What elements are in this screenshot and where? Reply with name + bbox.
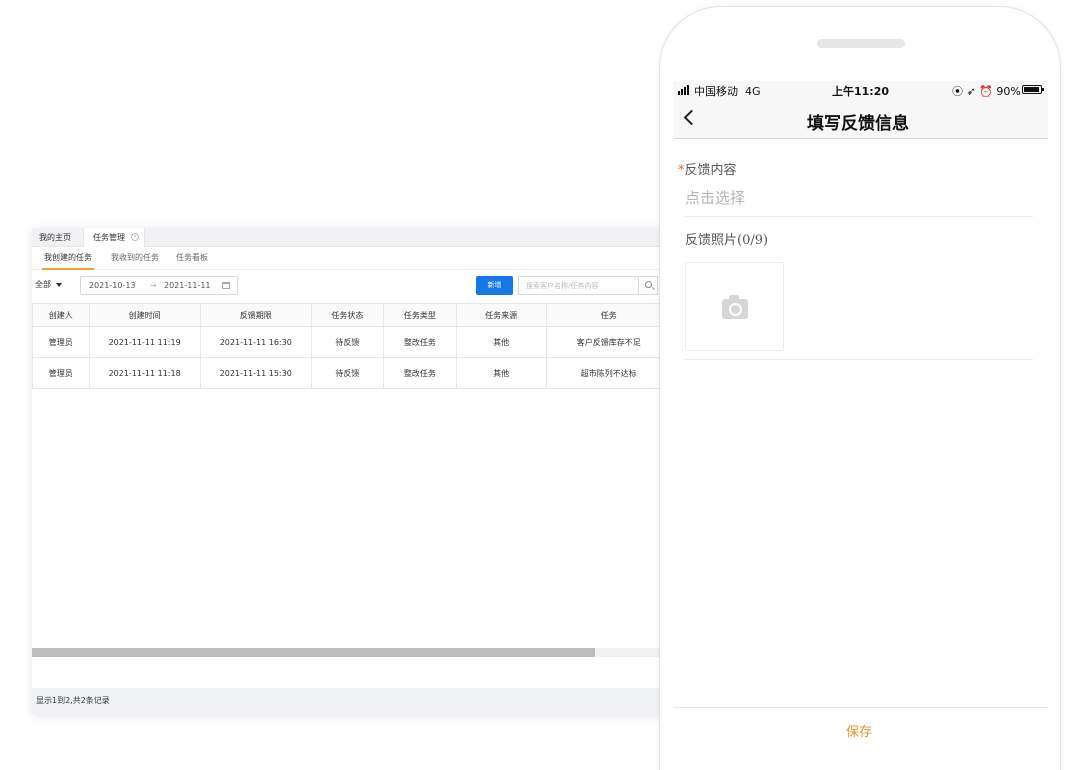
- search-icon: [645, 281, 652, 288]
- close-icon[interactable]: ×: [131, 233, 139, 241]
- date-start[interactable]: 2021-10-13: [89, 277, 136, 294]
- bottom-action-bar: 保存: [674, 707, 1048, 751]
- battery-icon: [1022, 85, 1044, 94]
- status-bar: 中国移动 4G 上午11:20 ⦿ ➶ ⏰ 90%: [674, 81, 1048, 99]
- table-row[interactable]: 管理员 2021-11-11 11:18 2021-11-11 15:30 待反…: [32, 357, 672, 389]
- carrier: 中国移动 4G: [694, 85, 761, 98]
- cell-created-time: 2021-11-11 11:19: [88, 326, 201, 358]
- date-end[interactable]: 2021-11-11: [164, 277, 211, 294]
- column-header[interactable]: 反馈期限: [199, 303, 312, 327]
- page-title: 填写反馈信息: [807, 114, 909, 134]
- search-input[interactable]: [519, 277, 637, 294]
- add-button[interactable]: 新增: [476, 276, 513, 295]
- search-box: [518, 276, 658, 295]
- column-header[interactable]: 创建时间: [88, 303, 201, 327]
- save-button[interactable]: 保存: [674, 721, 1044, 740]
- caret-down-icon: [56, 282, 62, 287]
- date-range-picker[interactable]: 2021-10-13 → 2021-11-11: [80, 276, 238, 295]
- sub-tab-bar: 我创建的任务 我收到的任务 任务看板: [32, 248, 672, 270]
- signal-icon: [678, 85, 692, 95]
- status-filter-value: 全部: [35, 280, 51, 289]
- add-photo-button[interactable]: [685, 262, 784, 351]
- tab-my-received-tasks[interactable]: 我收到的任务: [111, 248, 159, 270]
- tab-task-board[interactable]: 任务看板: [176, 248, 208, 270]
- table-row[interactable]: 管理员 2021-11-11 11:19 2021-11-11 16:30 待反…: [32, 326, 672, 358]
- column-header[interactable]: 创建人: [32, 303, 90, 327]
- cell-status: 待反馈: [310, 326, 384, 358]
- cell-created-time: 2021-11-11 11:18: [88, 357, 201, 389]
- column-header[interactable]: 任务来源: [455, 303, 547, 327]
- photo-count: (0/9): [737, 233, 769, 248]
- status-filter-select[interactable]: 全部: [35, 279, 62, 290]
- cell-task-content: 客户反馈库存不足: [545, 326, 672, 358]
- cell-creator: 管理员: [32, 357, 90, 389]
- horizontal-scrollbar[interactable]: [32, 648, 672, 657]
- cell-type: 整改任务: [382, 326, 457, 358]
- column-header[interactable]: 任务: [545, 303, 672, 327]
- pagination-summary: 显示1到2,共2条记录: [32, 688, 672, 714]
- camera-icon: [722, 295, 748, 319]
- stage: 我的主页 任务管理 × 我创建的任务 我收到的任务 任务看板 全部 2021-1…: [0, 0, 1080, 770]
- feedback-content-select[interactable]: 点击选择: [685, 187, 745, 208]
- tab-my-created-tasks[interactable]: 我创建的任务: [42, 248, 94, 270]
- task-table: 创建人 创建时间 反馈期限 任务状态 任务类型 任务来源 任务 管理员 2021…: [32, 303, 672, 389]
- cell-source: 其他: [455, 357, 547, 389]
- cell-deadline: 2021-11-11 15:30: [199, 357, 312, 389]
- cell-task-content: 超市陈列不达标: [545, 357, 672, 389]
- cell-source: 其他: [455, 326, 547, 358]
- top-tab-bar: 我的主页 任务管理 ×: [32, 228, 672, 247]
- cell-creator: 管理员: [32, 326, 90, 358]
- tab-task-management-label: 任务管理: [93, 233, 125, 242]
- tab-home[interactable]: 我的主页: [39, 228, 71, 247]
- nav-bar: 填写反馈信息: [674, 99, 1048, 139]
- arrow-right-icon: →: [150, 281, 157, 290]
- status-indicators: ⦿ ➶ ⏰ 90%: [952, 85, 1021, 98]
- phone-speaker: [817, 39, 905, 48]
- divider: [685, 216, 1033, 217]
- scrollbar-thumb[interactable]: [32, 648, 595, 657]
- search-button[interactable]: [638, 277, 658, 294]
- phone-frame: 中国移动 4G 上午11:20 ⦿ ➶ ⏰ 90% 填写反馈信息 *反馈内容 点…: [659, 6, 1061, 770]
- table-header-row: 创建人 创建时间 反馈期限 任务状态 任务类型 任务来源 任务: [32, 303, 672, 327]
- status-time: 上午11:20: [832, 85, 890, 98]
- column-header[interactable]: 任务状态: [310, 303, 384, 327]
- feedback-photo-label: 反馈照片(0/9): [685, 233, 769, 248]
- feedback-content-label: *反馈内容: [678, 163, 737, 178]
- phone-screen: 中国移动 4G 上午11:20 ⦿ ➶ ⏰ 90% 填写反馈信息 *反馈内容 点…: [674, 81, 1048, 770]
- cell-type: 整改任务: [382, 357, 457, 389]
- divider: [685, 359, 1033, 360]
- toolbar: 全部 2021-10-13 → 2021-11-11 新增: [32, 274, 672, 298]
- column-header[interactable]: 任务类型: [382, 303, 457, 327]
- calendar-icon[interactable]: [222, 282, 230, 289]
- cell-status: 待反馈: [310, 357, 384, 389]
- tab-task-management[interactable]: 任务管理 ×: [83, 228, 145, 247]
- cell-deadline: 2021-11-11 16:30: [199, 326, 312, 358]
- desktop-window: 我的主页 任务管理 × 我创建的任务 我收到的任务 任务看板 全部 2021-1…: [32, 228, 672, 714]
